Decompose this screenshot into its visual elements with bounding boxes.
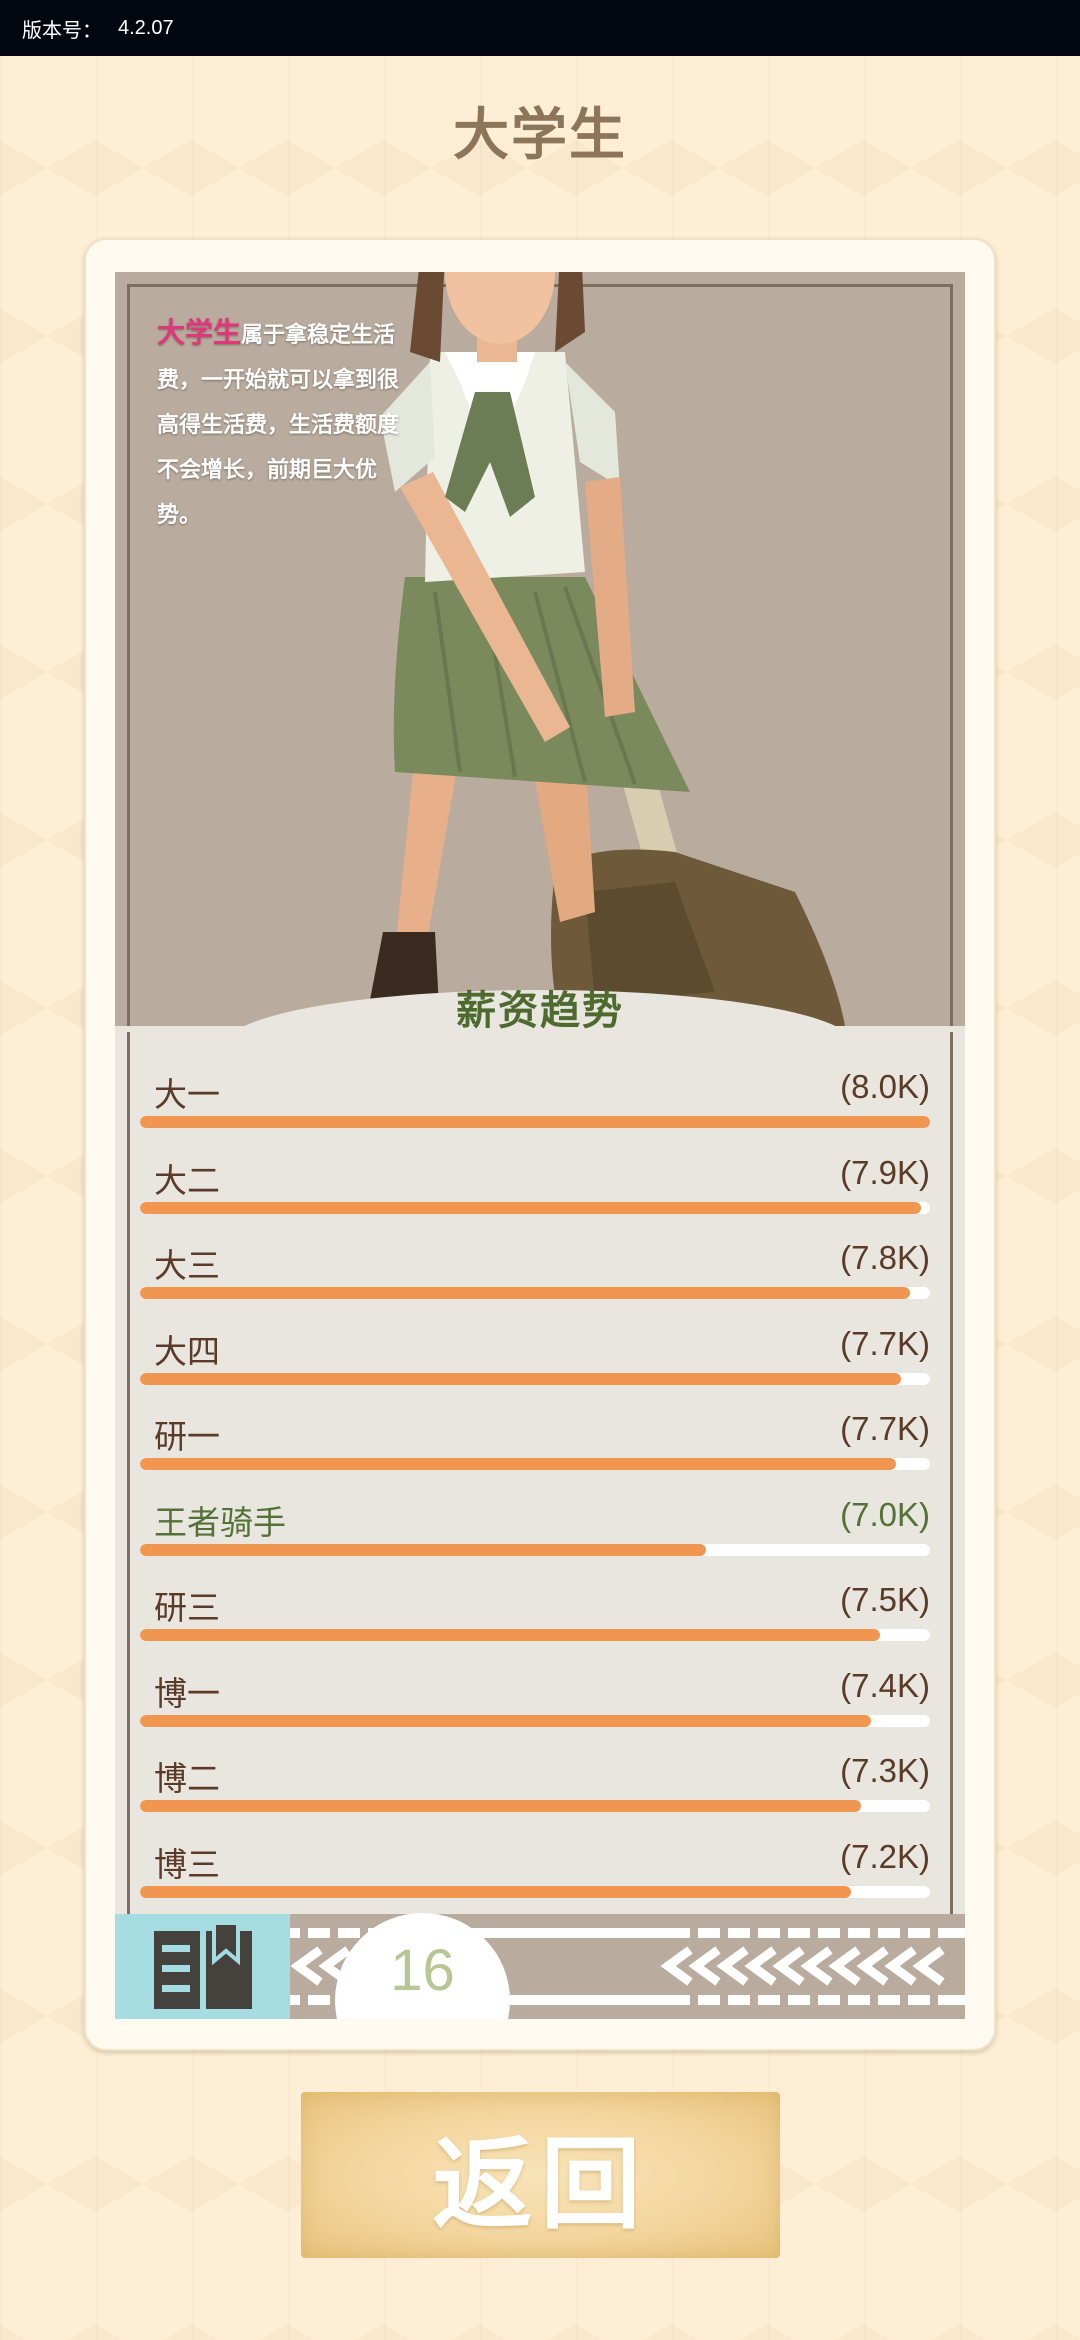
salary-bar-fill <box>140 1372 901 1385</box>
salary-bar-track <box>140 1714 930 1727</box>
version-label: 版本号： <box>22 19 102 42</box>
salary-row: 大三 (7.8K) <box>140 1239 930 1319</box>
salary-row-label: 大一 <box>154 1075 220 1114</box>
salary-row-value: (7.4K) <box>840 1666 930 1704</box>
salary-row: 博二 (7.3K) <box>140 1752 930 1832</box>
salary-bar-track <box>140 1116 930 1128</box>
salary-bar-fill <box>140 1458 897 1470</box>
version-value: 4.2.07 <box>118 16 174 39</box>
description-highlight: 大学生 <box>157 316 242 349</box>
salary-row: 研一 (7.7K) <box>140 1410 930 1490</box>
page-number-badge: 16 <box>335 1913 510 2019</box>
salary-row-label: 大四 <box>154 1331 220 1371</box>
salary-row-label: 博三 <box>154 1844 220 1884</box>
salary-row-value: (8.0K) <box>840 1068 930 1105</box>
salary-row-label: 博一 <box>154 1673 220 1713</box>
salary-row-label: 大三 <box>154 1246 220 1285</box>
salary-row-value: (7.3K) <box>840 1752 930 1789</box>
salary-bar-fill <box>140 1714 871 1727</box>
salary-row-value: (7.9K) <box>840 1153 930 1191</box>
back-button-label: 返回 <box>432 2125 649 2243</box>
salary-row: 博一 (7.4K) <box>140 1667 930 1747</box>
salary-trend-title: 薪资趋势 <box>456 988 624 1034</box>
salary-bar-track <box>140 1800 930 1812</box>
salary-row: 博三 (7.2K) <box>140 1838 930 1918</box>
salary-row-value: (7.7K) <box>840 1324 930 1362</box>
salary-row: 研三 (7.5K) <box>140 1581 930 1661</box>
back-button[interactable]: 返回 <box>301 2092 780 2258</box>
salary-bar-track <box>140 1885 930 1898</box>
book-icon <box>153 1920 252 2009</box>
salary-bar-fill <box>140 1201 921 1214</box>
salary-row: 王者骑手 (7.0K) <box>140 1496 930 1576</box>
salary-bar-fill <box>140 1116 930 1128</box>
salary-bar-track <box>140 1629 930 1641</box>
salary-bar-fill <box>140 1885 851 1898</box>
salary-row-value: (7.8K) <box>840 1239 930 1276</box>
salary-row: 大二 (7.9K) <box>140 1154 930 1234</box>
salary-bar-track <box>140 1287 930 1299</box>
salary-row-label: 博二 <box>154 1759 220 1798</box>
salary-row-value: (7.0K) <box>840 1495 930 1533</box>
page-number: 16 <box>390 1938 455 2003</box>
salary-row-value: (7.2K) <box>840 1837 930 1875</box>
salary-row-label: 研一 <box>154 1417 220 1456</box>
salary-row-value: (7.7K) <box>840 1410 930 1447</box>
character-portrait: 大学生属于拿稳定生活费，一开始就可以拿到很高得生活费，生活费额度不会增长，前期巨… <box>115 272 965 1026</box>
salary-bar-fill <box>140 1800 862 1812</box>
status-bar: 版本号： 4.2.07 <box>0 0 1080 56</box>
page-title: 大学生 <box>453 103 627 168</box>
salary-row: 大一 (8.0K) <box>140 1068 930 1148</box>
salary-bar-track <box>140 1201 930 1214</box>
salary-bar-fill <box>140 1287 911 1299</box>
salary-row-label: 研三 <box>154 1588 220 1627</box>
book-button[interactable] <box>115 1914 290 2019</box>
salary-bar-fill <box>140 1629 881 1641</box>
salary-bar-track <box>140 1458 930 1470</box>
card-footer <box>115 1914 965 2019</box>
salary-row-label: 大二 <box>154 1160 220 1200</box>
salary-bar-fill <box>140 1543 707 1556</box>
salary-row: 大四 (7.7K) <box>140 1325 930 1405</box>
salary-row-label: 王者骑手 <box>154 1502 286 1542</box>
character-description: 大学生属于拿稳定生活费，一开始就可以拿到很高得生活费，生活费额度不会增长，前期巨… <box>157 310 407 538</box>
salary-row-value: (7.5K) <box>840 1581 930 1618</box>
description-text: 属于拿稳定生活费，一开始就可以拿到很高得生活费，生活费额度不会增长，前期巨大优势… <box>157 323 400 528</box>
salary-bar-track <box>140 1543 930 1556</box>
salary-bar-track <box>140 1372 930 1385</box>
